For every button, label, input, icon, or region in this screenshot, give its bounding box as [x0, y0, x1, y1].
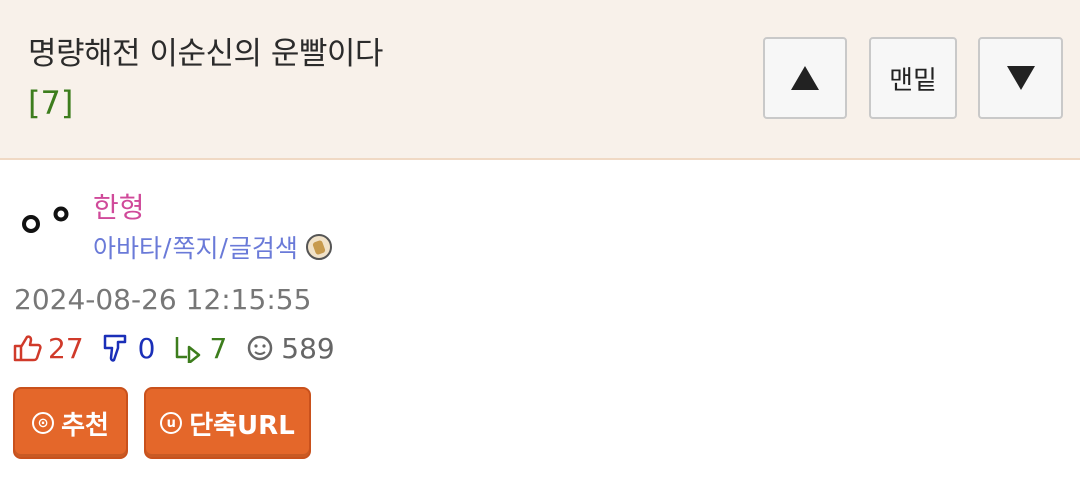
- scroll-up-button[interactable]: [763, 37, 847, 119]
- message-link[interactable]: 쪽지: [172, 229, 218, 265]
- search-posts-link[interactable]: 글검색: [229, 229, 298, 265]
- reply-stat: 7: [173, 332, 227, 365]
- scroll-bottom-button[interactable]: 맨밑: [869, 37, 957, 119]
- post-header: 명량해전 이순신의 운빨이다 [7] 맨밑: [0, 0, 1080, 160]
- upvote-stat: 27: [12, 332, 84, 365]
- author-avatar[interactable]: [18, 200, 74, 240]
- post-title: 명량해전 이순신의 운빨이다: [28, 36, 383, 72]
- reply-arrow-icon: [176, 337, 201, 363]
- recommend-label: 추천: [61, 410, 109, 441]
- triangle-up-icon: [791, 66, 819, 90]
- view-count: 589: [281, 331, 335, 365]
- short-url-button[interactable]: u 단축URL: [144, 387, 311, 459]
- view-stat: 589: [245, 331, 335, 365]
- post-date: 2024-08-26 12:15:55: [14, 283, 312, 316]
- reply-count: 7: [209, 331, 228, 365]
- member-badge-icon: [305, 234, 332, 260]
- link-separator: /: [163, 232, 172, 262]
- short-url-icon: u: [160, 412, 183, 434]
- thumbs-down-icon: [103, 334, 126, 362]
- downvote-stat: 0: [102, 331, 156, 365]
- comment-count[interactable]: [7]: [28, 84, 73, 122]
- recommend-button[interactable]: ⊙ 추천: [13, 387, 128, 459]
- thumbs-up-icon: [13, 335, 42, 362]
- author-nickname[interactable]: 한형: [93, 186, 145, 226]
- scroll-down-button[interactable]: [978, 37, 1063, 119]
- avatar-link[interactable]: 아바타: [93, 229, 162, 265]
- short-url-label: 단축URL: [189, 410, 295, 441]
- link-separator: /: [219, 232, 228, 262]
- author-links: 아바타 / 쪽지 / 글검색: [93, 229, 332, 265]
- upvote-count: 27: [48, 331, 84, 365]
- post-stats: 27 0 7 589: [12, 330, 353, 366]
- recommend-icon: ⊙: [32, 412, 55, 434]
- triangle-down-icon: [1006, 66, 1035, 90]
- downvote-count: 0: [137, 331, 156, 365]
- smiley-view-icon: [248, 335, 273, 361]
